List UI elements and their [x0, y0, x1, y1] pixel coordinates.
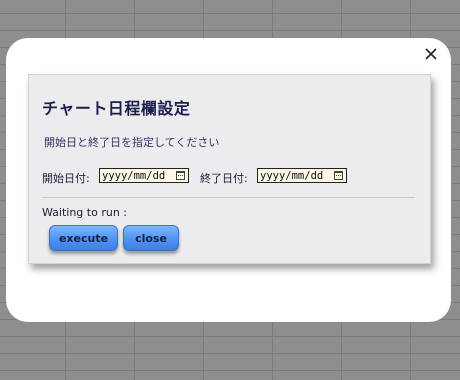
close-icon[interactable] [423, 46, 439, 62]
execute-button[interactable]: execute [49, 225, 118, 251]
start-date-placeholder: yyyy/mm/dd [102, 170, 166, 182]
settings-panel: チャート日程欄設定 開始日と終了日を指定してください 開始日付: yyyy/mm… [28, 74, 431, 264]
close-button[interactable]: close [123, 225, 179, 251]
end-date-input[interactable]: yyyy/mm/dd [257, 168, 347, 183]
end-date-placeholder: yyyy/mm/dd [260, 170, 324, 182]
panel-subtitle: 開始日と終了日を指定してください [44, 136, 220, 149]
calendar-icon[interactable] [176, 171, 185, 180]
start-date-label: 開始日付: [42, 172, 90, 185]
status-text: Waiting to run : [42, 206, 127, 219]
end-date-label: 終了日付: [200, 172, 248, 185]
panel-title: チャート日程欄設定 [42, 99, 191, 118]
modal-dialog: チャート日程欄設定 開始日と終了日を指定してください 開始日付: yyyy/mm… [6, 38, 451, 322]
calendar-icon[interactable] [334, 171, 343, 180]
start-date-input[interactable]: yyyy/mm/dd [99, 168, 189, 183]
divider [42, 197, 415, 198]
